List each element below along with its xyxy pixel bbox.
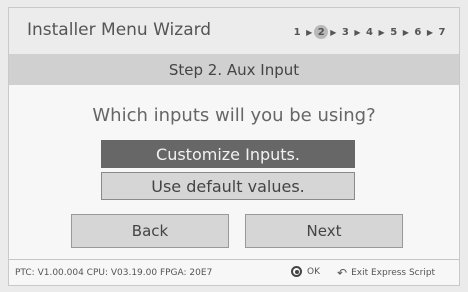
use-default-values-option[interactable]: Use default values. bbox=[101, 172, 355, 200]
firmware-version: PTC: V1.00.004 CPU: V03.19.00 FPGA: 20E7 bbox=[15, 268, 213, 278]
step-arrow-icon: ▶ bbox=[330, 27, 337, 37]
customize-inputs-option[interactable]: Customize Inputs. bbox=[101, 140, 355, 168]
question-text: Which inputs will you be using? bbox=[92, 105, 376, 126]
step-7: 7 bbox=[438, 26, 446, 38]
step-title: Step 2. Aux Input bbox=[168, 60, 300, 79]
step-arrow-icon: ▶ bbox=[402, 27, 409, 37]
step-1: 1 bbox=[293, 26, 301, 38]
return-arrow-icon: ↶ bbox=[337, 266, 348, 280]
exit-label: Exit Express Script bbox=[351, 268, 436, 278]
step-indicator: 1 ▶ 2 ▶ 3 ▶ 4 ▶ 5 ▶ 6 ▶ 7 bbox=[290, 25, 449, 39]
next-button-label: Next bbox=[306, 222, 342, 240]
ok-hint: OK bbox=[291, 266, 320, 277]
step-5: 5 bbox=[390, 26, 398, 38]
step-title-bar: Step 2. Aux Input bbox=[9, 54, 459, 85]
option-label: Use default values. bbox=[151, 176, 305, 196]
step-2-active: 2 bbox=[314, 25, 329, 39]
footer-bar: PTC: V1.00.004 CPU: V03.19.00 FPGA: 20E7… bbox=[9, 259, 459, 285]
wizard-title: Installer Menu Wizard bbox=[27, 20, 212, 40]
option-label: Customize Inputs. bbox=[156, 144, 300, 164]
next-button[interactable]: Next bbox=[245, 214, 403, 248]
step-6: 6 bbox=[414, 26, 422, 38]
step-arrow-icon: ▶ bbox=[426, 27, 433, 37]
step-3: 3 bbox=[341, 26, 349, 38]
exit-hint: ↶ Exit Express Script bbox=[337, 266, 435, 280]
step-4: 4 bbox=[366, 26, 374, 38]
ok-label: OK bbox=[307, 266, 320, 277]
ok-button-icon bbox=[291, 266, 302, 277]
back-button[interactable]: Back bbox=[71, 214, 229, 248]
wizard-window: Installer Menu Wizard 1 ▶ 2 ▶ 3 ▶ 4 ▶ 5 … bbox=[8, 7, 460, 286]
step-arrow-icon: ▶ bbox=[354, 27, 361, 37]
step-arrow-icon: ▶ bbox=[306, 27, 313, 37]
header-bar: Installer Menu Wizard 1 ▶ 2 ▶ 3 ▶ 4 ▶ 5 … bbox=[9, 8, 459, 54]
back-button-label: Back bbox=[131, 222, 169, 240]
step-arrow-icon: ▶ bbox=[378, 27, 385, 37]
